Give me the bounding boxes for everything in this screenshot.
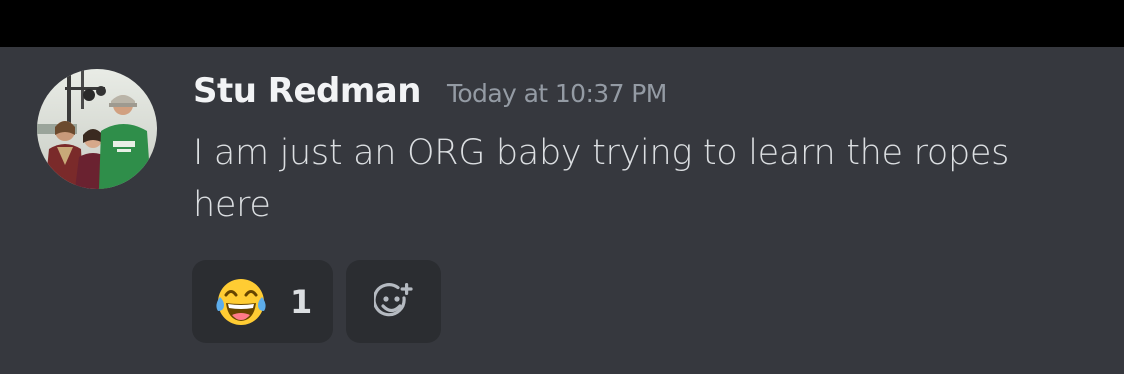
avatar-photo (37, 69, 157, 189)
add-reaction-button[interactable] (346, 260, 441, 343)
add-reaction-icon (373, 282, 413, 316)
author-name[interactable]: Stu Redman (193, 69, 421, 113)
face-with-tears-of-joy-icon (216, 278, 266, 325)
top-bar (0, 0, 1124, 47)
reaction-laughing[interactable]: 1 (192, 260, 333, 343)
message-timestamp[interactable]: Today at 10:37 PM (447, 79, 667, 108)
message-content: I am just an ORG baby trying to learn th… (193, 133, 1010, 225)
message-header: Stu Redman Today at 10:37 PM (193, 69, 667, 113)
reactions-bar: 1 (192, 260, 441, 343)
reaction-count: 1 (290, 282, 313, 321)
chat-message: Stu Redman Today at 10:37 PM I am just a… (0, 47, 1124, 374)
avatar[interactable] (37, 69, 157, 189)
